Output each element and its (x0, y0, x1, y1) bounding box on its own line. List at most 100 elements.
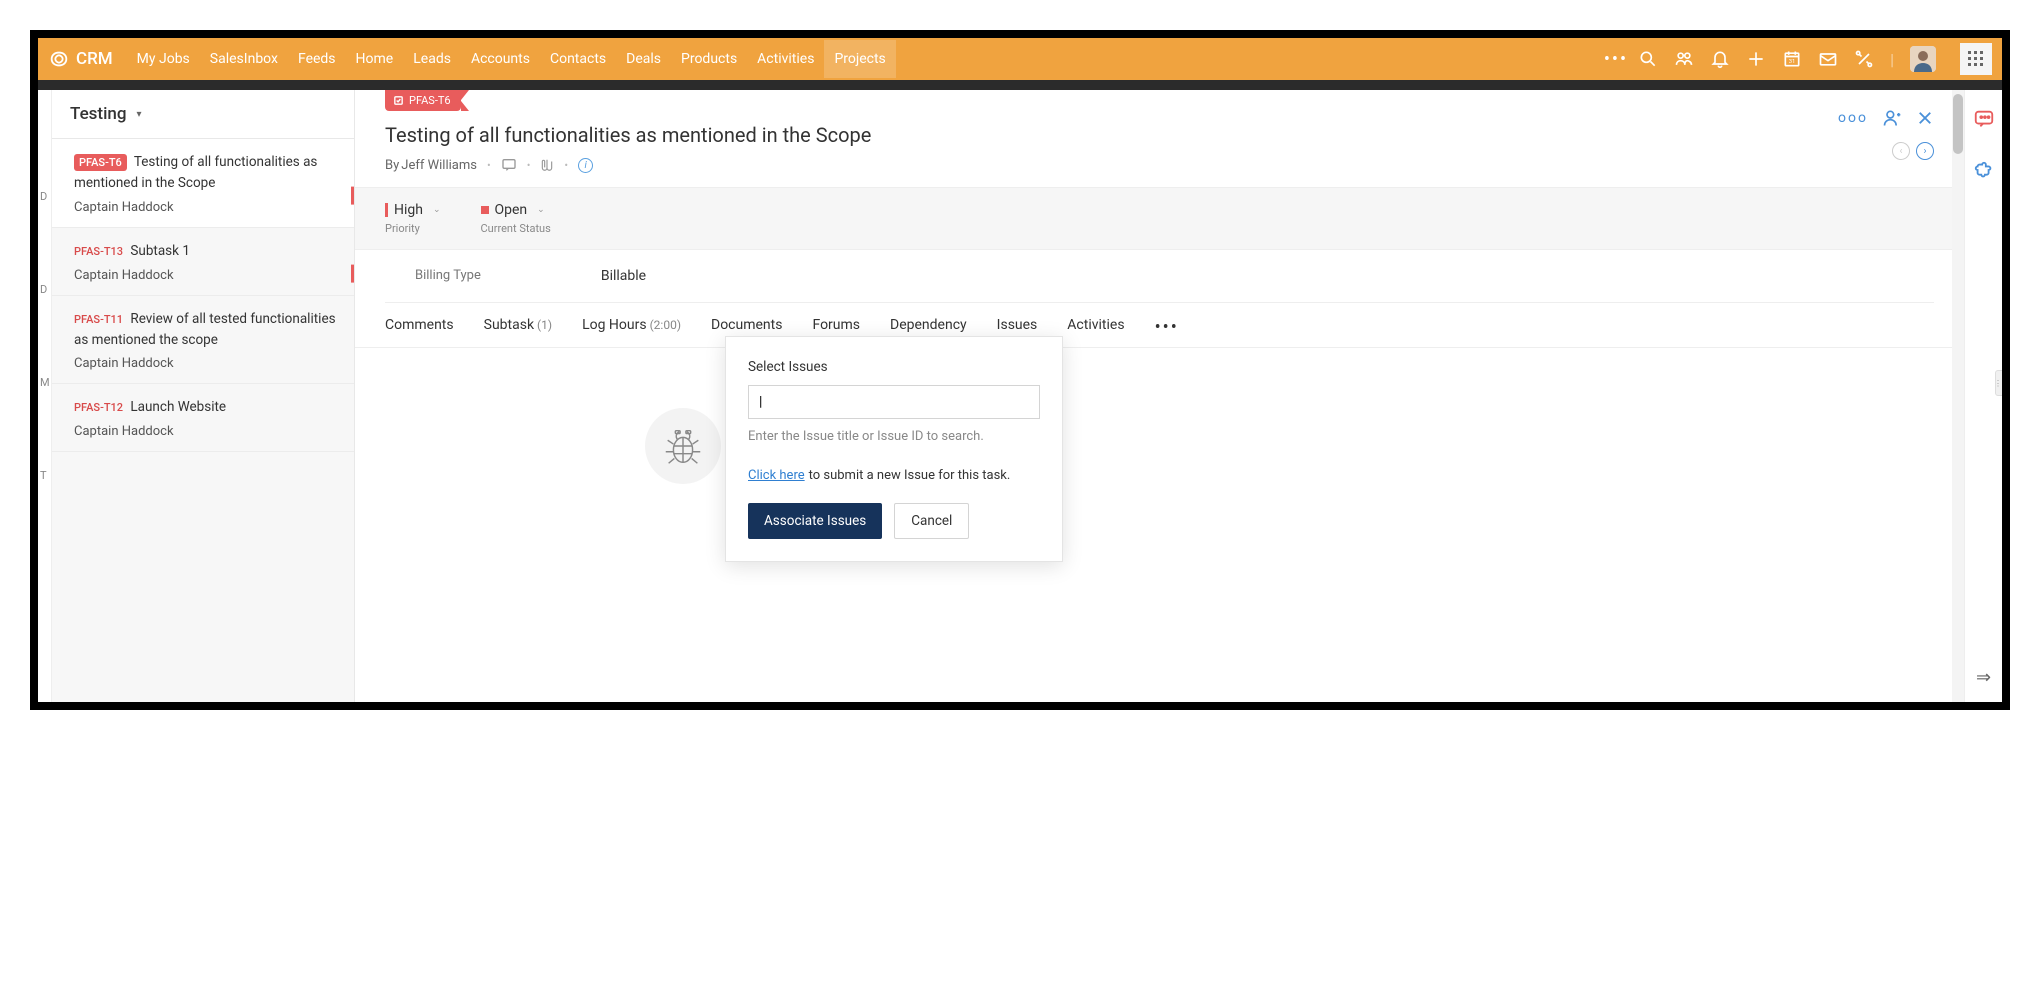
nav-projects[interactable]: Projects (824, 40, 895, 78)
status-value: Open (495, 202, 528, 218)
nav-more-icon[interactable]: ••• (1594, 49, 1638, 70)
detail-meta: By Jeff Williams • • • i (385, 157, 1934, 173)
scrollbar-vertical[interactable] (1952, 90, 1964, 702)
collapse-arrow-icon[interactable]: ⇒ (1976, 667, 1991, 688)
detail-tabs: CommentsSubtask (1)Log Hours (2:00)Docum… (355, 303, 1964, 348)
gutter-label: M (38, 336, 51, 429)
issue-search-input[interactable] (748, 385, 1040, 419)
sidebar-title: Testing (70, 104, 127, 124)
tools-icon[interactable] (1854, 49, 1874, 69)
billing-value: Billable (601, 268, 646, 284)
topbar: CRM My JobsSalesInboxFeedsHomeLeadsAccou… (38, 38, 2002, 80)
task-item-id: PFAS-T6 (74, 154, 127, 171)
main-panel: PFAS-T6 Testing of all functionalities a… (355, 90, 1964, 702)
priority-indicator (385, 203, 388, 217)
nav-products[interactable]: Products (671, 40, 747, 78)
nav-salesinbox[interactable]: SalesInbox (200, 40, 288, 78)
new-issue-text: to submit a new Issue for this task. (809, 468, 1011, 483)
gutter-label: T (38, 429, 51, 522)
task-item-id: PFAS-T12 (74, 401, 123, 414)
task-item[interactable]: PFAS-T11 Review of all tested functional… (52, 296, 354, 385)
nav-feeds[interactable]: Feeds (288, 40, 346, 78)
separator: | (1890, 50, 1894, 69)
prev-arrow-icon[interactable]: ‹ (1892, 142, 1910, 160)
task-item-owner: Captain Haddock (74, 424, 336, 439)
attachment-icon[interactable] (540, 158, 554, 172)
brand-logo[interactable]: CRM (48, 48, 113, 70)
task-list: PFAS-T6 Testing of all functionalities a… (52, 139, 354, 452)
task-item-owner: Captain Haddock (74, 200, 336, 215)
gutter-label: D (38, 243, 51, 336)
topbar-actions: 31 | (1638, 43, 1992, 75)
cancel-button[interactable]: Cancel (894, 503, 969, 539)
caret-down-icon: ⌄ (433, 205, 441, 215)
status-field[interactable]: Open ⌄ Current Status (481, 202, 551, 235)
new-issue-link[interactable]: Click here (748, 468, 805, 483)
caret-down-icon: ▾ (137, 109, 142, 120)
close-icon[interactable] (1916, 109, 1934, 127)
bell-icon[interactable] (1710, 49, 1730, 69)
chat-icon[interactable] (1973, 108, 1995, 130)
scrollbar-thumb[interactable] (1953, 94, 1963, 154)
tab-activities[interactable]: Activities (1067, 317, 1124, 347)
nav-my-jobs[interactable]: My Jobs (127, 40, 200, 78)
user-add-icon[interactable] (1882, 108, 1902, 128)
nav-contacts[interactable]: Contacts (540, 40, 616, 78)
nav-accounts[interactable]: Accounts (461, 40, 540, 78)
status-indicator (481, 206, 489, 214)
associate-button[interactable]: Associate Issues (748, 503, 882, 539)
task-item[interactable]: PFAS-T12 Launch Website Captain Haddock (52, 384, 354, 452)
tab-log-hours[interactable]: Log Hours (2:00) (582, 317, 681, 347)
gutter-label: D (38, 150, 51, 243)
task-item[interactable]: PFAS-T6 Testing of all functionalities a… (52, 139, 354, 228)
priority-field[interactable]: High⌄ Priority (385, 202, 441, 235)
detail-header: PFAS-T6 Testing of all functionalities a… (355, 90, 1964, 187)
task-item-owner: Captain Haddock (74, 356, 336, 371)
search-icon[interactable] (1638, 49, 1658, 69)
user-avatar[interactable] (1910, 46, 1936, 72)
mail-icon[interactable] (1818, 49, 1838, 69)
right-rail: ⇒ (1964, 90, 2002, 702)
drag-handle-icon[interactable]: ⋮⋮ (1995, 370, 2009, 396)
next-arrow-icon[interactable]: › (1916, 142, 1934, 160)
task-item[interactable]: PFAS-T13 Subtask 1Captain Haddock (52, 228, 354, 296)
task-item-id: PFAS-T13 (74, 245, 123, 258)
dark-strip (38, 80, 2002, 90)
nav-arrows: ‹ › (1892, 142, 1934, 160)
sidebar-header[interactable]: Testing ▾ (52, 90, 354, 139)
detail-actions: ooo (1838, 108, 1934, 128)
nav-deals[interactable]: Deals (616, 40, 671, 78)
task-item-id: PFAS-T11 (74, 313, 123, 326)
task-sidebar: Testing ▾ PFAS-T6 Testing of all functio… (52, 90, 355, 702)
apps-grid-icon[interactable] (1960, 43, 1992, 75)
tab-content: Select Issues Enter the Issue title or I… (355, 348, 1964, 628)
nav-home[interactable]: Home (346, 40, 404, 78)
calendar-icon[interactable]: 31 (1782, 49, 1802, 69)
plus-icon[interactable] (1746, 49, 1766, 69)
nav-leads[interactable]: Leads (403, 40, 461, 78)
task-item-title: Launch Website (127, 399, 226, 415)
task-id-badge: PFAS-T6 (385, 90, 461, 111)
detail-title: Testing of all functionalities as mentio… (385, 123, 1934, 147)
main-nav: My JobsSalesInboxFeedsHomeLeadsAccountsC… (127, 40, 1594, 78)
brand-text: CRM (76, 49, 113, 69)
status-bar: High⌄ Priority Open ⌄ Current Status (355, 187, 1964, 250)
author-name: Jeff Williams (401, 158, 477, 173)
nav-activities[interactable]: Activities (747, 40, 824, 78)
status-label: Current Status (481, 222, 551, 235)
left-gutter: DDMT (38, 90, 52, 702)
contacts-icon[interactable] (1674, 49, 1694, 69)
extensions-icon[interactable] (1973, 160, 1995, 182)
caret-down-icon: ⌄ (537, 205, 545, 215)
task-id-text: PFAS-T6 (409, 94, 451, 107)
tab-more-icon[interactable]: ••• (1155, 317, 1179, 347)
app-frame: CRM My JobsSalesInboxFeedsHomeLeadsAccou… (30, 30, 2010, 710)
zoho-logo-icon (48, 48, 70, 70)
more-horiz-icon[interactable]: ooo (1838, 110, 1868, 126)
svg-text:31: 31 (1789, 59, 1796, 65)
comment-icon[interactable] (501, 157, 517, 173)
author-prefix: By (385, 158, 399, 173)
tab-comments[interactable]: Comments (385, 317, 454, 347)
tab-subtask[interactable]: Subtask (1) (484, 317, 552, 347)
info-icon[interactable]: i (578, 158, 593, 173)
